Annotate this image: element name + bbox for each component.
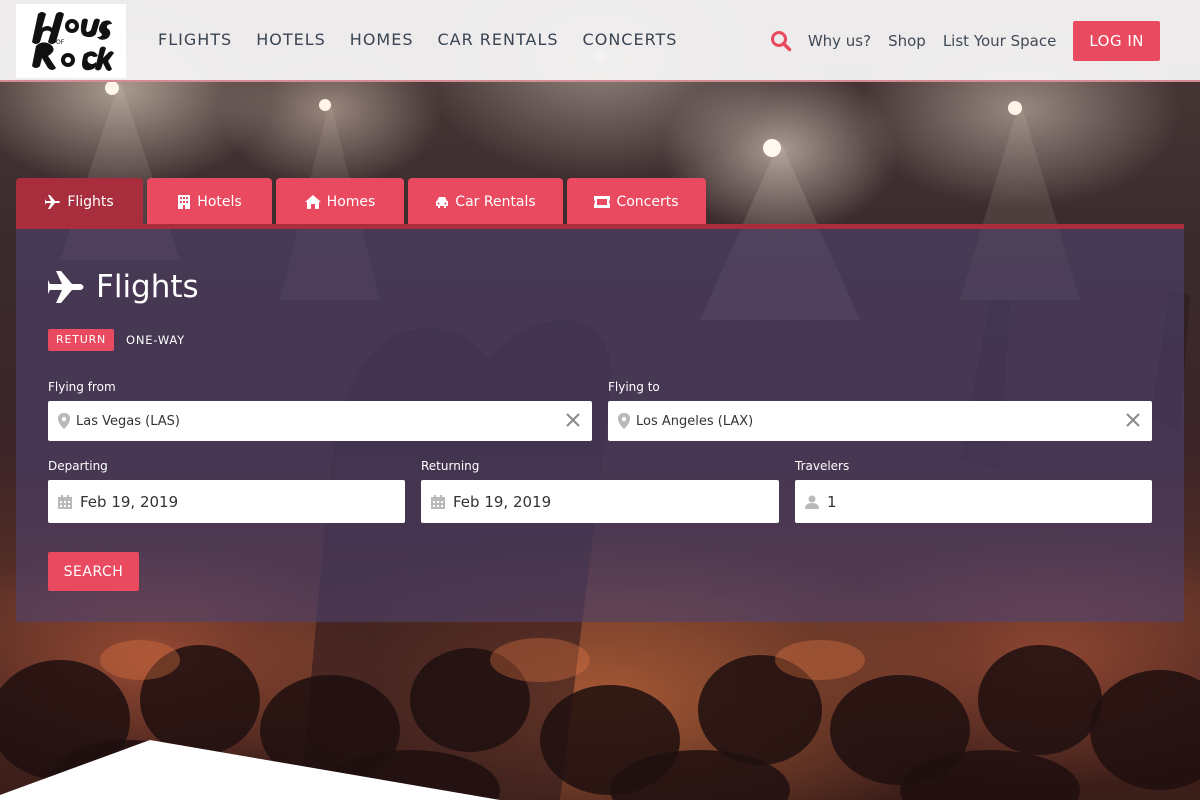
search-category-tabs: Flights Hotels Homes Car Rentals Concert… bbox=[16, 178, 710, 226]
clear-icon[interactable] bbox=[566, 413, 580, 427]
nav-hotels[interactable]: HOTELS bbox=[256, 30, 326, 49]
panel-title: Flights bbox=[48, 269, 199, 305]
flight-search-panel: Flights RETURN ONE-WAY Flying from Las V… bbox=[16, 224, 1184, 622]
tab-label: Car Rentals bbox=[455, 194, 536, 210]
depart-label: Departing bbox=[48, 459, 108, 473]
house-of-rock-logo[interactable]: OF bbox=[16, 4, 126, 78]
return-option[interactable]: RETURN bbox=[48, 329, 115, 351]
tab-car-rentals[interactable]: Car Rentals bbox=[408, 178, 563, 226]
tab-label: Homes bbox=[326, 194, 376, 210]
nav-concerts[interactable]: CONCERTS bbox=[583, 30, 678, 49]
nav-homes[interactable]: HOMES bbox=[350, 30, 414, 49]
travelers-value: 1 bbox=[827, 492, 837, 511]
user-icon bbox=[805, 495, 819, 509]
clear-icon[interactable] bbox=[1126, 413, 1140, 427]
map-pin-icon bbox=[58, 413, 70, 429]
tab-hotels[interactable]: Hotels bbox=[147, 178, 272, 226]
departing-date-input[interactable]: Feb 19, 2019 bbox=[48, 480, 405, 523]
to-value: Los Angeles (LAX) bbox=[636, 413, 754, 429]
building-icon bbox=[178, 195, 191, 209]
return-value: Feb 19, 2019 bbox=[453, 492, 552, 511]
flying-to-input[interactable]: Los Angeles (LAX) bbox=[608, 401, 1152, 441]
trip-type-toggle: RETURN ONE-WAY bbox=[48, 329, 185, 351]
travelers-input[interactable]: 1 bbox=[795, 480, 1152, 523]
tab-flights[interactable]: Flights bbox=[16, 178, 143, 226]
map-pin-icon bbox=[618, 413, 630, 429]
nav-car-rentals[interactable]: CAR RENTALS bbox=[437, 30, 558, 49]
ticket-icon bbox=[594, 196, 611, 208]
panel-title-text: Flights bbox=[96, 269, 199, 305]
tab-homes[interactable]: Homes bbox=[276, 178, 404, 226]
one-way-option[interactable]: ONE-WAY bbox=[126, 333, 185, 347]
login-button[interactable]: LOG IN bbox=[1073, 21, 1160, 61]
calendar-icon bbox=[431, 494, 445, 509]
decorative-shape bbox=[0, 740, 500, 800]
travelers-label: Travelers bbox=[795, 459, 850, 473]
flying-from-input[interactable]: Las Vegas (LAS) bbox=[48, 401, 592, 441]
list-your-space-link[interactable]: List Your Space bbox=[943, 32, 1057, 50]
tab-label: Hotels bbox=[197, 194, 242, 210]
home-icon bbox=[304, 195, 321, 209]
from-value: Las Vegas (LAS) bbox=[76, 413, 180, 429]
depart-value: Feb 19, 2019 bbox=[80, 492, 179, 511]
shop-link[interactable]: Shop bbox=[888, 32, 926, 50]
tab-label: Flights bbox=[67, 194, 114, 210]
plane-icon bbox=[45, 195, 61, 209]
svg-text:OF: OF bbox=[56, 39, 65, 46]
return-label: Returning bbox=[421, 459, 480, 473]
why-us-link[interactable]: Why us? bbox=[808, 32, 871, 50]
logo-graphic: OF bbox=[32, 12, 114, 71]
nav-flights[interactable]: FLIGHTS bbox=[158, 30, 232, 49]
car-icon bbox=[436, 197, 449, 208]
from-label: Flying from bbox=[48, 380, 116, 394]
search-button[interactable]: SEARCH bbox=[48, 552, 139, 591]
to-label: Flying to bbox=[608, 380, 660, 394]
plane-icon bbox=[48, 271, 84, 303]
tab-label: Concerts bbox=[616, 194, 679, 210]
search-icon[interactable] bbox=[770, 30, 792, 52]
tab-concerts[interactable]: Concerts bbox=[567, 178, 706, 226]
right-nav: Why us? Shop List Your Space LOG IN bbox=[770, 21, 1160, 61]
returning-date-input[interactable]: Feb 19, 2019 bbox=[421, 480, 779, 523]
main-nav: FLIGHTS HOTELS HOMES CAR RENTALS CONCERT… bbox=[158, 30, 701, 49]
calendar-icon bbox=[58, 494, 72, 509]
top-navigation-bar: OF FLIGHTS HOTELS HOMES CAR RENTALS CONC… bbox=[0, 0, 1200, 82]
